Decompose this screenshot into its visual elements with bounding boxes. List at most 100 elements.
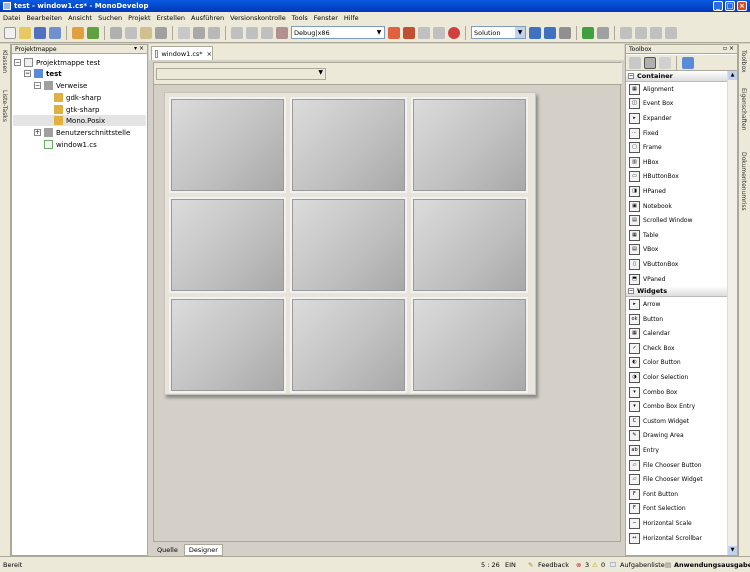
table-cell[interactable] — [169, 97, 286, 193]
layout-icon[interactable] — [620, 26, 632, 39]
menu-suchen[interactable]: Suchen — [95, 14, 125, 22]
align-icon[interactable] — [635, 26, 647, 39]
save-icon[interactable] — [34, 26, 46, 39]
toolbox-item[interactable]: ▭ HButtonBox — [626, 170, 727, 185]
tree-references[interactable]: − Verweise — [34, 80, 87, 91]
tab-eigenschaften[interactable]: Eigenschaften — [740, 88, 747, 131]
fit-icon[interactable] — [559, 26, 571, 39]
comment-icon[interactable] — [261, 26, 273, 39]
add-items-icon[interactable] — [682, 56, 694, 69]
menu-hilfe[interactable]: Hilfe — [341, 14, 362, 22]
table-cell[interactable] — [411, 297, 528, 393]
warning-icon[interactable]: ⚠ — [592, 561, 598, 569]
toolbox-item[interactable]: F Font Selection — [626, 502, 727, 517]
menu-versionskontrolle[interactable]: Versionskontrolle — [227, 14, 289, 22]
tab-klassen[interactable]: Klassen — [1, 50, 8, 73]
menu-tools[interactable]: Tools — [289, 14, 311, 22]
tab-window1-cs[interactable]: window1.cs* × — [151, 46, 213, 60]
toolbox-item[interactable]: ▸ Expander — [626, 111, 727, 126]
new-file-icon[interactable] — [4, 26, 16, 39]
stop-icon[interactable] — [448, 26, 460, 39]
tree-file[interactable]: window1.cs — [44, 139, 97, 150]
compact-view-icon[interactable] — [659, 56, 671, 69]
indent-icon[interactable] — [231, 26, 243, 39]
toolbox-item[interactable]: ▤ VBox — [626, 243, 727, 258]
run-icon[interactable] — [418, 26, 430, 39]
menu-projekt[interactable]: Projekt — [125, 14, 153, 22]
tab-dokumentenumriss[interactable]: Dokumentenumriss — [740, 152, 747, 211]
panel-icon[interactable] — [665, 26, 677, 39]
open-icon[interactable] — [19, 26, 31, 39]
toolbox-item[interactable]: ◨ HPaned — [626, 184, 727, 199]
debug-icon[interactable] — [433, 26, 445, 39]
toolbox-item[interactable]: ▢ Frame — [626, 140, 727, 155]
close-button[interactable]: × — [737, 1, 747, 11]
collapse-icon[interactable]: − — [14, 59, 21, 66]
toolbox-category[interactable]: − Container — [626, 71, 727, 82]
save-all-icon[interactable] — [49, 26, 61, 39]
toolbox-scrollbar[interactable]: ▲ ▼ — [727, 71, 737, 555]
task-list-link[interactable]: Aufgabenliste — [620, 561, 665, 569]
collapse-icon[interactable]: − — [628, 73, 634, 79]
close-tab-icon[interactable]: × — [207, 50, 212, 58]
toolbox-item[interactable]: ▸ Arrow — [626, 297, 727, 312]
find-in-files-icon[interactable] — [193, 26, 205, 39]
warning-count[interactable]: 0 — [601, 561, 605, 569]
navigate-forward-icon[interactable] — [597, 26, 609, 39]
toolbox-item[interactable]: ↔ Horizontal Scrollbar — [626, 531, 727, 546]
expand-icon[interactable]: + — [34, 129, 41, 136]
gtk-window-preview[interactable] — [164, 92, 536, 395]
tree-ref-item-selected[interactable]: Mono.Posix — [13, 115, 146, 126]
delete-icon[interactable] — [155, 26, 167, 39]
table-cell[interactable] — [411, 197, 528, 293]
redo-icon[interactable] — [87, 26, 99, 39]
tree-interfaces[interactable]: + Benutzerschnittstelle — [34, 127, 130, 138]
error-count[interactable]: 3 — [585, 561, 589, 569]
replace-icon[interactable] — [208, 26, 220, 39]
toolbox-item[interactable]: ▾ Combo Box — [626, 385, 727, 400]
toolbox-item[interactable]: ▯ VButtonBox — [626, 257, 727, 272]
toolbox-item[interactable]: ◫ Event Box — [626, 97, 727, 112]
toolbox-item[interactable]: ▦ Alignment — [626, 82, 727, 97]
maximize-button[interactable]: □ — [725, 1, 735, 11]
toolbox-item[interactable]: ▦ Calendar — [626, 327, 727, 342]
tab-toolbox[interactable]: Toolbox — [740, 50, 747, 73]
collapse-icon[interactable]: − — [24, 70, 31, 77]
toolbox-item[interactable]: ⋯ Fixed — [626, 126, 727, 141]
widget-selector-combo[interactable]: ▼ — [156, 68, 326, 80]
undo-icon[interactable] — [72, 26, 84, 39]
tab-source[interactable]: Quelle — [153, 545, 182, 555]
menu-fenster[interactable]: Fenster — [311, 14, 341, 22]
toolbox-item[interactable]: ◑ Color Selection — [626, 370, 727, 385]
toolbox-item[interactable]: ▱ File Chooser Widget — [626, 472, 727, 487]
toolbox-item[interactable]: F Font Button — [626, 487, 727, 502]
category-view-icon[interactable] — [644, 56, 656, 69]
toolbox-item[interactable]: ▾ Combo Box Entry — [626, 399, 727, 414]
feedback-icon[interactable]: ✎ — [528, 561, 533, 569]
toolbox-item[interactable]: ◐ Color Button — [626, 356, 727, 371]
pad-buttons[interactable]: ▫ × — [723, 45, 734, 52]
zoom-in-icon[interactable] — [529, 26, 541, 39]
unindent-icon[interactable] — [246, 26, 258, 39]
toolbox-category[interactable]: − Widgets — [626, 286, 727, 298]
tree-root[interactable]: − Projektmappe test — [14, 57, 100, 68]
tab-liste-tasks[interactable]: Liste-Tasks — [1, 90, 8, 122]
table-cell[interactable] — [290, 97, 407, 193]
toolbox-item[interactable]: ✓ Check Box — [626, 341, 727, 356]
table-cell[interactable] — [411, 97, 528, 193]
toolbox-item[interactable]: ▦ Table — [626, 228, 727, 243]
toolbox-item[interactable]: ⬒ VPaned — [626, 272, 727, 287]
build-icon[interactable] — [388, 26, 400, 39]
cut-icon[interactable] — [110, 26, 122, 39]
menu-bearbeiten[interactable]: Bearbeiten — [23, 14, 65, 22]
tree-ref-item[interactable]: gdk-sharp — [54, 92, 101, 103]
menu-datei[interactable]: Datei — [0, 14, 23, 22]
filter-icon[interactable] — [629, 56, 641, 69]
uncomment-icon[interactable] — [276, 26, 288, 39]
table-cell[interactable] — [290, 197, 407, 293]
find-icon[interactable] — [178, 26, 190, 39]
toolbox-item[interactable]: ab Entry — [626, 443, 727, 458]
tree-ref-item[interactable]: gtk-sharp — [54, 104, 99, 115]
menu-ausfuehren[interactable]: Ausführen — [188, 14, 227, 22]
tasks-icon[interactable]: ☐ — [610, 561, 616, 569]
